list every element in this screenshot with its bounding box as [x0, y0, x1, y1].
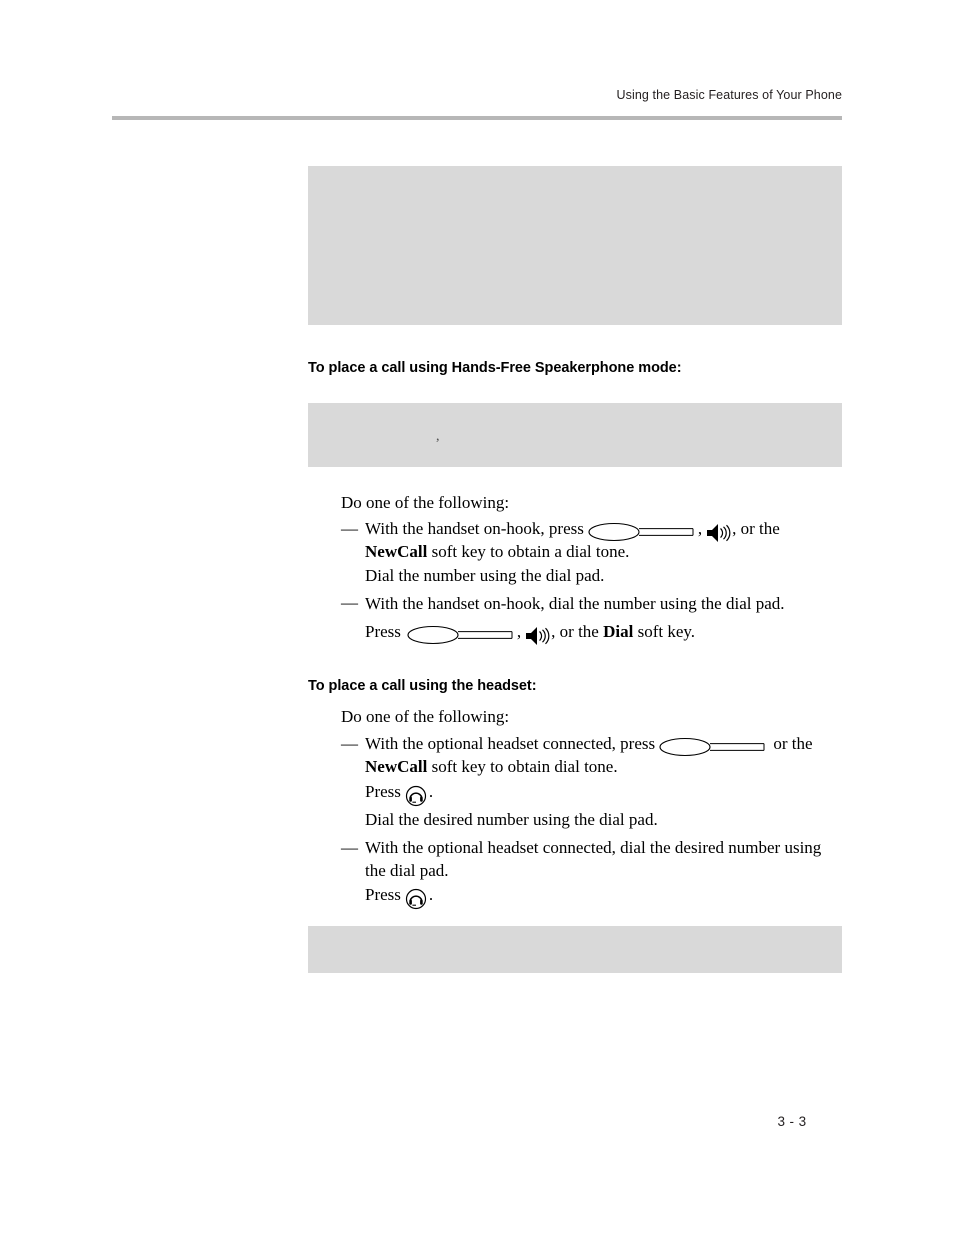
- bullet-dash: —: [341, 734, 358, 753]
- figure-placeholder-bottom: [308, 926, 842, 973]
- softkey-label-newcall: NewCall: [365, 756, 428, 776]
- headset-lead-text: Do one of the following:: [341, 707, 510, 726]
- figure-artifact-mark: ,: [436, 429, 440, 444]
- bullet-dash: —: [341, 593, 358, 612]
- bullet-continuation-rest: soft key to obtain a dial tone.: [427, 541, 630, 561]
- bullet-text-after-icon: or the: [773, 734, 813, 753]
- press-tail: .: [428, 885, 434, 904]
- bullet-dash: —: [341, 838, 358, 857]
- headset-bullet-2: With the optional headset connected, dia…: [365, 838, 822, 880]
- press-label: Press: [365, 622, 401, 641]
- page-number: 3 - 3: [777, 1114, 807, 1129]
- headset-bullet-1: With the optional headset connected, pre…: [365, 733, 845, 779]
- bullet-text-before-icon: With the handset on-hook, press: [365, 519, 584, 538]
- headset-bullet-1-press-line: Press .: [365, 781, 845, 807]
- line-key-icon: [407, 625, 515, 645]
- line-key-icon: [588, 522, 696, 542]
- press-text-after-icons: , or the: [551, 622, 599, 641]
- section-heading-headset: To place a call using the headset:: [308, 678, 537, 694]
- speakerphone-bullet-2-press-line: Press , , or the Dial soft key.: [365, 621, 845, 647]
- bullet-comma-separator: ,: [697, 519, 703, 538]
- headset-icon: [405, 785, 427, 807]
- running-header: Using the Basic Features of Your Phone: [112, 88, 842, 102]
- bullet-dash: —: [341, 519, 358, 538]
- bullet-text-before-icon: With the optional headset connected, pre…: [365, 734, 656, 753]
- headset-icon: [405, 888, 427, 910]
- press-label: Press: [365, 782, 401, 801]
- softkey-label-dial: Dial: [603, 622, 634, 641]
- bullet-text-after-icons: , or the: [732, 519, 780, 538]
- bullet-continuation-rest: soft key to obtain dial tone.: [427, 756, 618, 776]
- speakerphone-lead-text: Do one of the following:: [341, 493, 510, 512]
- speakerphone-bullet-2: With the handset on-hook, dial the numbe…: [365, 594, 785, 613]
- speakerphone-icon: [705, 522, 731, 544]
- figure-placeholder-top: [308, 166, 842, 325]
- header-rule-divider: [112, 116, 842, 120]
- headset-bullet-1-subline: Dial the desired number using the dial p…: [365, 810, 658, 829]
- running-header-text: Using the Basic Features of Your Phone: [616, 88, 842, 102]
- softkey-label-newcall: NewCall: [365, 541, 428, 561]
- headset-bullet-2-press-line: Press .: [365, 884, 845, 910]
- press-tail: .: [428, 782, 434, 801]
- section-heading-speakerphone: To place a call using Hands-Free Speaker…: [308, 360, 682, 376]
- speakerphone-bullet-1: With the handset on-hook, press , , or t…: [365, 518, 845, 564]
- figure-placeholder-middle: ,: [308, 403, 842, 467]
- press-comma-separator: ,: [516, 622, 522, 641]
- press-label: Press: [365, 885, 401, 904]
- line-key-icon: [659, 737, 767, 757]
- speakerphone-icon: [524, 625, 550, 647]
- press-tail: soft key.: [633, 622, 696, 641]
- speakerphone-bullet-1-subline: Dial the number using the dial pad.: [365, 566, 605, 585]
